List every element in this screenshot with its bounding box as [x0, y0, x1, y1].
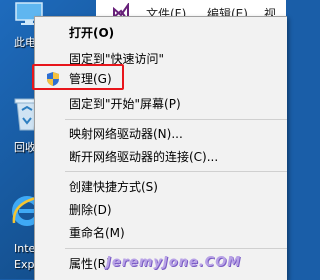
menu-item-label: 删除(D): [69, 203, 112, 217]
menu-separator: [65, 119, 287, 120]
menu-item-label: 属性(R): [69, 257, 111, 271]
menu-item-label: 映射网络驱动器(N)...: [69, 127, 183, 141]
watermark-text: JeremyJone.COM: [106, 255, 242, 270]
menu-item-map-network-drive[interactable]: 映射网络驱动器(N)...: [35, 123, 287, 145]
menu-item-label: 重命名(M): [69, 226, 125, 240]
menu-separator: [65, 248, 287, 249]
menu-item-label: 断开网络驱动器的连接(C)...: [69, 150, 219, 164]
recycle-bin-label: 回收: [14, 141, 36, 154]
menu-item-create-shortcut[interactable]: 创建快捷方式(S): [35, 176, 287, 198]
highlight-annotation-box: [32, 64, 124, 90]
menu-item-label: 打开(O): [69, 26, 115, 40]
menu-separator: [65, 171, 287, 172]
ie-label-line1: Inte: [14, 242, 36, 255]
menu-item-pin-start[interactable]: 固定到"开始"屏幕(P): [35, 93, 287, 115]
this-pc-label: 此电: [14, 36, 36, 49]
menu-item-delete[interactable]: 删除(D): [35, 199, 287, 221]
menu-item-disconnect-network-drive[interactable]: 断开网络驱动器的连接(C)...: [35, 146, 287, 168]
menu-item-label: 固定到"开始"屏幕(P): [69, 97, 181, 111]
menu-item-label: 创建快捷方式(S): [69, 180, 158, 194]
menu-item-rename[interactable]: 重命名(M): [35, 222, 287, 244]
context-menu: 打开(O) 固定到"快速访问" 管理(G) 固定到"开始"屏幕(P) 映射网络驱…: [32, 16, 287, 280]
menu-item-open[interactable]: 打开(O): [35, 22, 287, 44]
